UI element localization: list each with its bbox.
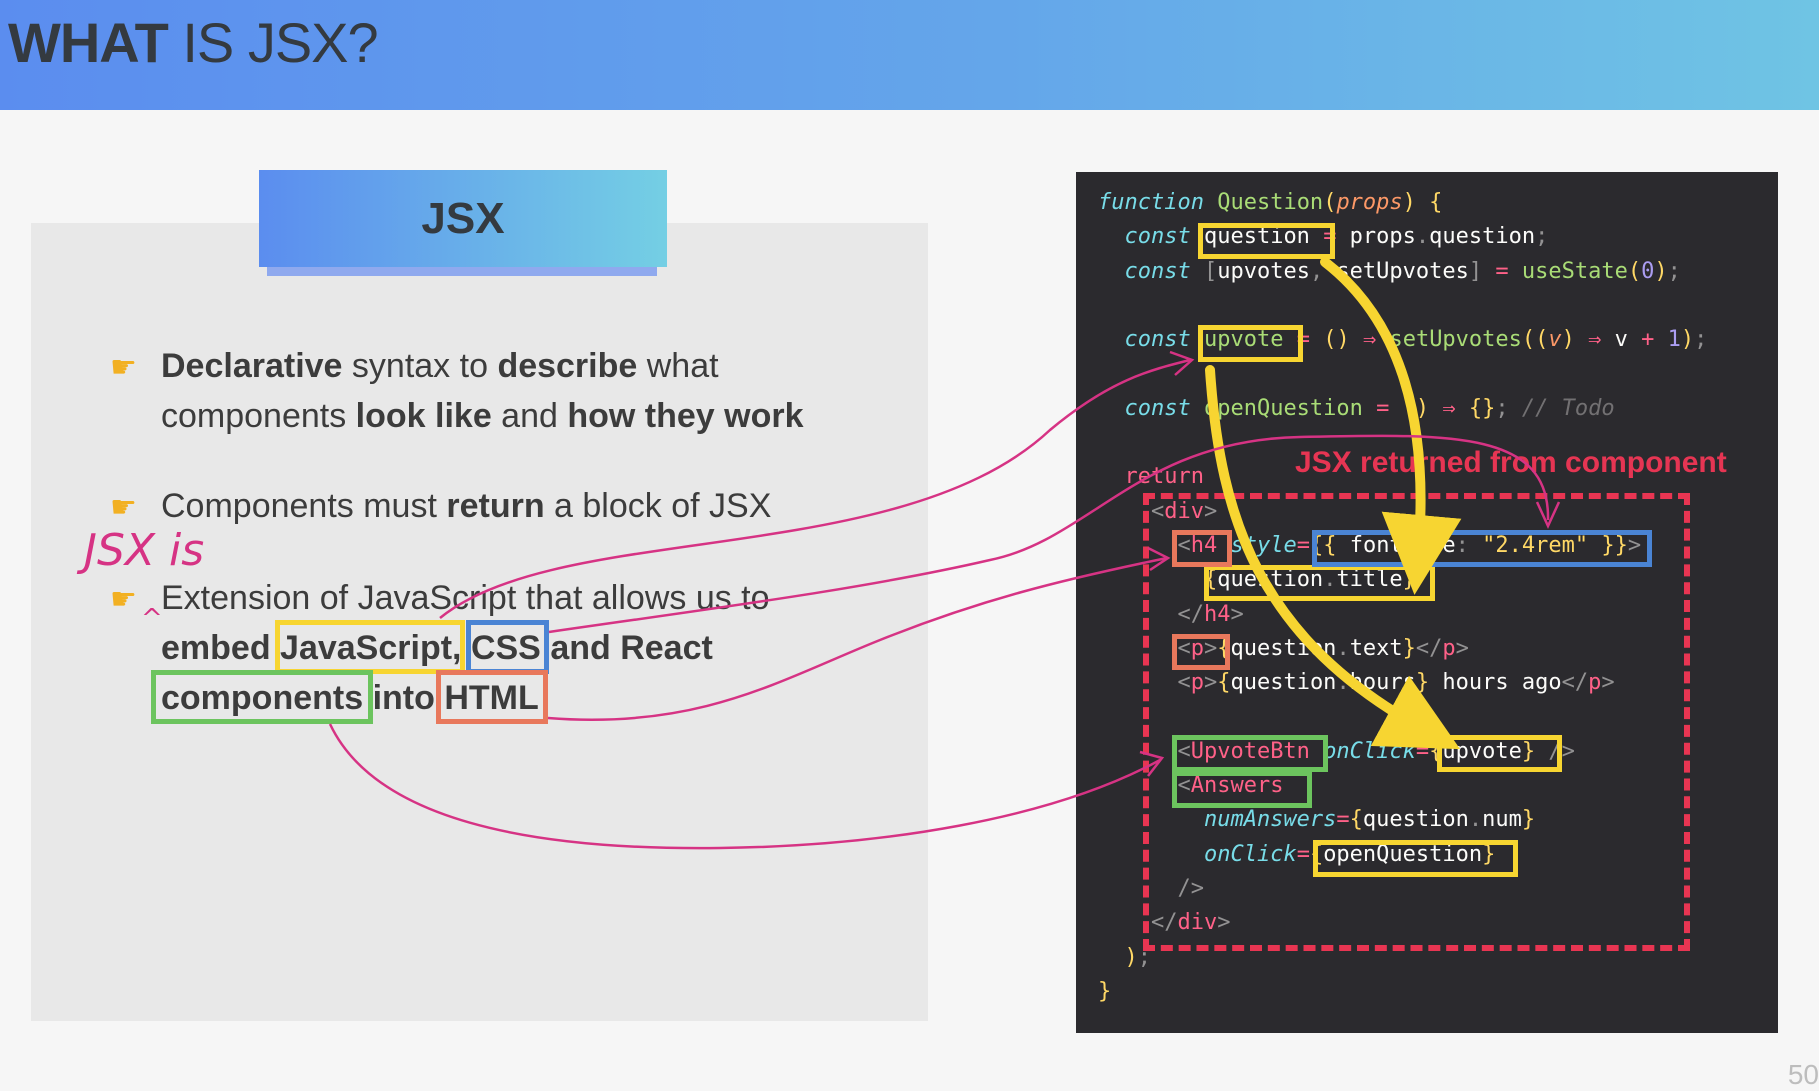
link-html-to-h4 bbox=[547, 556, 1168, 722]
link-javascript-to-upvote bbox=[439, 358, 1191, 619]
arrow-question-to-title bbox=[1320, 257, 1462, 595]
page-number: 50 bbox=[1787, 1059, 1819, 1090]
link-css-to-style bbox=[548, 434, 1550, 634]
annotation-overlay bbox=[328, 257, 1561, 850]
link-components-to-upvotebtn bbox=[328, 723, 1161, 850]
arrow-upvote-to-prop bbox=[1205, 365, 1461, 750]
